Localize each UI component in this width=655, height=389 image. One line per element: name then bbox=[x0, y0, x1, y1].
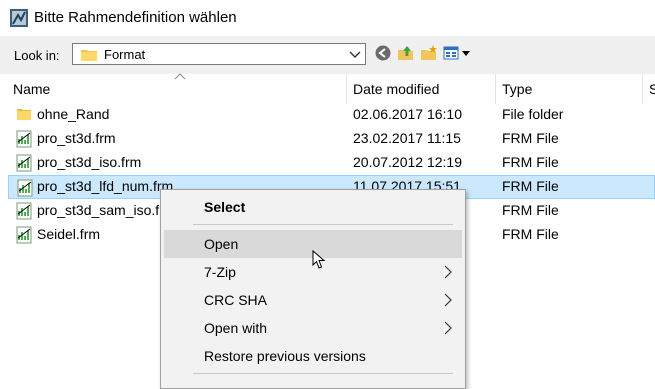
menu-item-select[interactable]: Select bbox=[164, 193, 462, 221]
file-type: FRM File bbox=[502, 154, 559, 170]
new-folder-icon[interactable] bbox=[420, 44, 438, 62]
menu-item-label: Select bbox=[204, 199, 246, 215]
column-header-size[interactable]: S bbox=[649, 74, 655, 104]
folder-icon bbox=[17, 109, 31, 120]
list-item[interactable]: ohne_Rand 02.06.2017 16:10 File folder bbox=[8, 103, 655, 127]
file-type: FRM File bbox=[502, 178, 559, 194]
app-icon bbox=[10, 9, 28, 27]
menu-separator bbox=[193, 373, 453, 374]
file-name: pro_st3d_sam_iso.frm bbox=[37, 202, 176, 218]
file-name: pro_st3d_iso.frm bbox=[37, 154, 142, 170]
file-type: FRM File bbox=[502, 202, 559, 218]
file-name: pro_st3d_lfd_num.frm bbox=[37, 178, 174, 194]
chevron-right-icon bbox=[444, 293, 452, 307]
chevron-right-icon bbox=[444, 265, 452, 279]
list-item[interactable]: pro_st3d.frm 23.02.2017 11:15 FRM File bbox=[8, 127, 655, 151]
column-divider[interactable] bbox=[495, 74, 496, 104]
menu-item-label: CRC SHA bbox=[204, 292, 268, 308]
file-type: FRM File bbox=[502, 130, 559, 146]
look-in-toolbar: Look in: Format bbox=[0, 36, 655, 74]
menu-item-restore-previous-versions[interactable]: Restore previous versions bbox=[164, 342, 462, 370]
menu-item-label: Open with bbox=[204, 320, 268, 336]
menu-item-crc-sha[interactable]: CRC SHA bbox=[164, 286, 462, 314]
column-header-name[interactable]: Name bbox=[13, 74, 50, 104]
folder-icon bbox=[81, 50, 97, 61]
menu-item-label: Restore previous versions bbox=[204, 348, 366, 364]
file-name: ohne_Rand bbox=[37, 106, 110, 122]
context-menu: Select Open 7-Zip CRC SHA Open with Rest… bbox=[160, 189, 466, 389]
frm-file-icon bbox=[16, 154, 32, 172]
sort-ascending-icon bbox=[174, 73, 186, 80]
look-in-combobox[interactable]: Format bbox=[72, 43, 366, 65]
column-divider[interactable] bbox=[346, 74, 347, 104]
menu-item-open-with[interactable]: Open with bbox=[164, 314, 462, 342]
file-date-modified: 23.02.2017 11:15 bbox=[353, 130, 461, 146]
column-header-type[interactable]: Type bbox=[502, 74, 532, 104]
file-type: File folder bbox=[502, 106, 564, 122]
back-icon[interactable] bbox=[374, 44, 392, 62]
look-in-label: Look in: bbox=[14, 48, 60, 63]
mouse-cursor-icon bbox=[312, 250, 326, 269]
frm-file-icon bbox=[16, 202, 32, 220]
file-date-modified: 20.07.2012 12:19 bbox=[353, 154, 462, 170]
column-divider[interactable] bbox=[642, 74, 643, 104]
title-bar: Bitte Rahmendefinition wählen bbox=[0, 0, 655, 36]
frm-file-icon bbox=[16, 226, 32, 244]
chevron-right-icon bbox=[444, 321, 452, 335]
window-title: Bitte Rahmendefinition wählen bbox=[34, 9, 237, 26]
view-menu-icon[interactable] bbox=[443, 44, 471, 62]
column-header-date-modified[interactable]: Date modified bbox=[353, 74, 439, 104]
list-item[interactable]: pro_st3d_iso.frm 20.07.2012 12:19 FRM Fi… bbox=[8, 151, 655, 175]
menu-item-label: Open bbox=[204, 236, 239, 252]
file-type: FRM File bbox=[502, 226, 559, 242]
up-one-level-icon[interactable] bbox=[397, 44, 415, 62]
look-in-value: Format bbox=[104, 47, 146, 62]
frm-file-icon bbox=[16, 130, 32, 148]
file-name: Seidel.frm bbox=[37, 226, 101, 242]
file-date-modified: 02.06.2017 16:10 bbox=[353, 106, 462, 122]
chevron-down-icon[interactable] bbox=[349, 47, 361, 61]
frm-file-icon bbox=[17, 179, 33, 197]
file-name: pro_st3d.frm bbox=[37, 130, 116, 146]
menu-item-label: 7-Zip bbox=[204, 264, 236, 280]
menu-separator bbox=[193, 224, 453, 225]
